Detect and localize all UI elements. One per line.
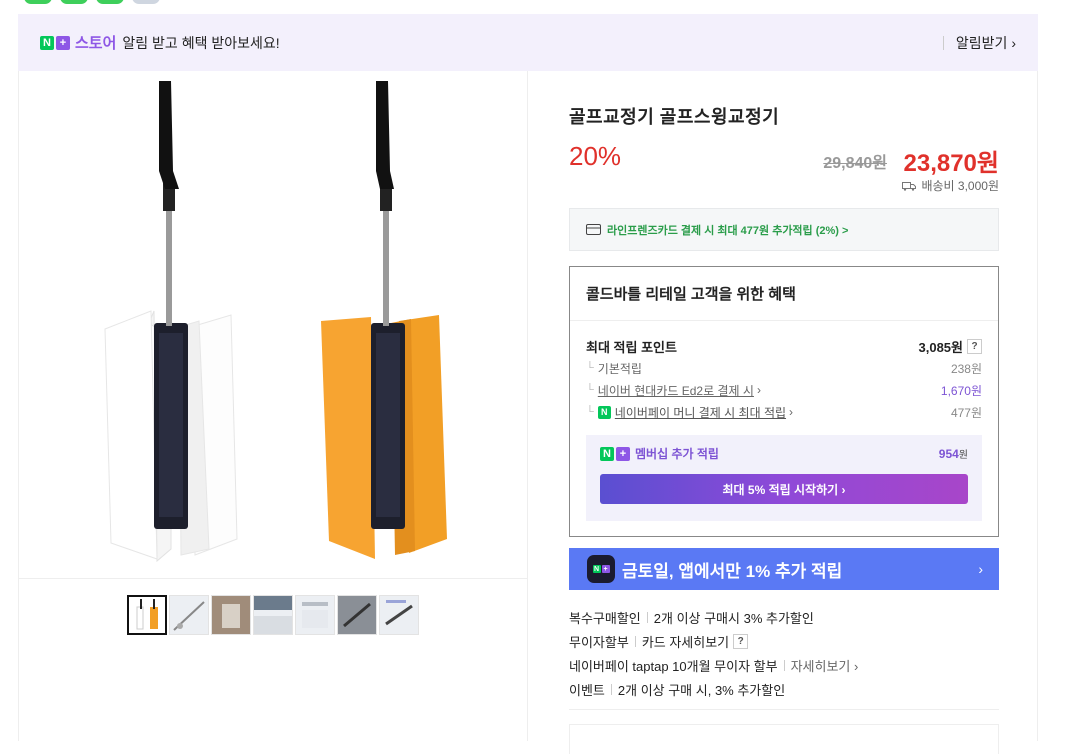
divider	[942, 35, 944, 50]
pill	[24, 0, 52, 4]
npay-icon: N	[597, 405, 611, 419]
golf-trainer-illustration	[104, 81, 447, 563]
promo-text: 금토일, 앱에서만 1% 추가 적립	[622, 561, 843, 581]
weekend-app-promo[interactable]: N + 금토일, 앱에서만 1% 추가 적립 ›	[569, 548, 999, 590]
details-link[interactable]: 자세히보기 ›	[791, 656, 859, 675]
chevron-right-icon: ›	[756, 383, 761, 397]
notify-button[interactable]: 알림받기 ›	[942, 33, 1016, 53]
extra-row-installment: 무이자할부 카드 자세히보기 ?	[569, 629, 858, 653]
naver-n-icon: N	[40, 35, 54, 50]
pill	[132, 0, 160, 4]
chevron-right-icon: ›	[789, 405, 794, 419]
plus-icon: +	[616, 446, 630, 461]
credit-card-icon	[586, 224, 601, 235]
truck-icon	[902, 181, 917, 191]
benefit-row-hyundai-card[interactable]: └ 네이버 현대카드 Ed2로 결제 시 › 1,670원	[570, 379, 998, 401]
membership-row: N + 멤버십 추가 적립 954원	[600, 445, 968, 462]
banner-message: 알림 받고 혜택 받아보세요!	[122, 34, 280, 51]
membership-value: 954원	[939, 446, 968, 461]
shipping-fee: 배송비 3,000원	[902, 177, 999, 194]
naver-plus-icon: N +	[600, 446, 630, 461]
benefit-row-value: 1,670원	[940, 383, 982, 398]
original-price: 29,840원	[823, 155, 887, 172]
indent-icon: └	[586, 362, 594, 374]
thumbnail-7[interactable]	[379, 595, 419, 635]
divider	[783, 659, 785, 671]
membership-unit: 원	[958, 450, 968, 461]
discount-rate: 20%	[569, 141, 622, 171]
naver-n-icon: N	[592, 565, 601, 573]
naver-n-icon: N	[600, 446, 614, 461]
membership-start-button[interactable]: 최대 5% 적립 시작하기 ›	[600, 474, 968, 504]
plus-icon: +	[56, 35, 70, 50]
plus-icon: +	[601, 565, 610, 573]
thumbnail-5[interactable]	[295, 595, 335, 635]
help-icon[interactable]: ?	[733, 633, 749, 649]
max-points-value: 3,085원	[918, 339, 964, 355]
indent-icon: └	[586, 384, 594, 396]
benefit-row-basic: └ 기본적립 238원	[570, 357, 998, 379]
pill	[96, 0, 124, 4]
store-label: 스토어	[75, 35, 117, 52]
chevron-right-icon: ›	[978, 561, 983, 577]
thumbnail-strip	[127, 595, 419, 635]
thumbnail-6[interactable]	[337, 595, 377, 635]
extra-label: 무이자할부	[569, 634, 629, 650]
benefit-row-label[interactable]: 네이버 현대카드 Ed2로 결제 시	[598, 382, 754, 399]
product-main-image[interactable]	[19, 71, 528, 579]
extra-detail: 2개 이상 구매시 3% 추가할인	[653, 610, 814, 626]
extra-row-multi-discount: 복수구매할인 2개 이상 구매시 3% 추가할인	[569, 605, 858, 629]
product-gallery	[19, 71, 528, 741]
naver-plus-app-icon: N +	[587, 555, 615, 583]
thumbnail-2[interactable]	[169, 595, 209, 635]
divider	[610, 683, 612, 695]
extra-benefits: 복수구매할인 2개 이상 구매시 3% 추가할인 무이자할부 카드 자세히보기 …	[569, 605, 858, 701]
notify-label: 알림받기 ›	[955, 34, 1016, 51]
benefit-panel: 콜드바틀 리테일 고객을 위한 혜택 최대 적립 포인트 3,085원 ? └ …	[569, 266, 999, 537]
benefit-row-npay-money[interactable]: └ N 네이버페이 머니 결제 시 최대 적립 › 477원	[570, 401, 998, 423]
naver-plus-store-logo: N + 스토어	[40, 32, 116, 53]
divider	[634, 635, 636, 647]
divider	[569, 709, 999, 710]
card-offer-text: 라인프렌즈카드 결제 시 최대 477원 추가적립 (2%) >	[607, 224, 849, 237]
notification-banner: N + 스토어 알림 받고 혜택 받아보세요! 알림받기 ›	[18, 14, 1038, 71]
benefit-row-label[interactable]: 네이버페이 머니 결제 시 최대 적립	[615, 404, 786, 421]
membership-label: 멤버십 추가 적립	[635, 447, 719, 461]
card-details-link[interactable]: 카드 자세히보기	[642, 632, 729, 651]
help-icon[interactable]: ?	[967, 338, 982, 354]
options-box	[569, 724, 999, 754]
benefit-row-value: 238원	[950, 361, 982, 376]
thumbnail-4[interactable]	[253, 595, 293, 635]
benefit-row-value: 477원	[950, 405, 982, 420]
thumbnail-3[interactable]	[211, 595, 251, 635]
sale-price: 23,870원	[903, 150, 1000, 177]
indent-icon: └	[586, 406, 594, 418]
extra-detail: 2개 이상 구매 시, 3% 추가할인	[617, 682, 786, 698]
shipping-text: 배송비 3,000원	[921, 179, 999, 193]
divider	[646, 611, 648, 623]
extra-row-event: 이벤트 2개 이상 구매 시, 3% 추가할인	[569, 677, 858, 701]
extra-label: 복수구매할인	[569, 610, 641, 626]
membership-amount: 954	[938, 447, 959, 461]
extra-label: 이벤트	[569, 682, 605, 698]
pill	[60, 0, 88, 4]
product-title: 골프교정기 골프스윙교정기	[569, 107, 780, 127]
benefit-title: 콜드바틀 리테일 고객을 위한 혜택	[570, 267, 998, 321]
benefit-row-label: 기본적립	[597, 361, 642, 376]
thumbnail-1[interactable]	[127, 595, 167, 635]
top-pills	[24, 0, 160, 4]
membership-box: N + 멤버십 추가 적립 954원 최대 5% 적립 시작하기 ›	[586, 435, 982, 521]
card-offer[interactable]: 라인프렌즈카드 결제 시 최대 477원 추가적립 (2%) >	[569, 208, 999, 251]
product-frame: 골프교정기 골프스윙교정기 20% 29,840원 23,870원 배송비 3,…	[18, 71, 1038, 754]
extra-row-taptap: 네이버페이 taptap 10개월 무이자 할부 자세히보기 ›	[569, 653, 858, 677]
max-points-row: 최대 적립 포인트 3,085원 ?	[570, 335, 998, 357]
extra-label: 네이버페이 taptap 10개월 무이자 할부	[569, 658, 778, 674]
max-points-label: 최대 적립 포인트	[586, 339, 677, 355]
